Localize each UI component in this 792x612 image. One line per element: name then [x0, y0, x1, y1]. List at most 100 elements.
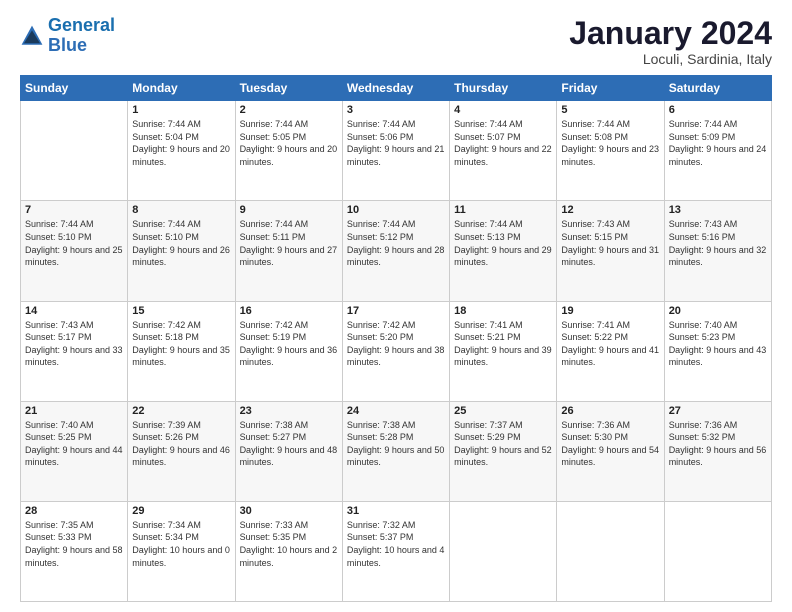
- day-cell: 4 Sunrise: 7:44 AMSunset: 5:07 PMDayligh…: [450, 101, 557, 201]
- day-cell: 11 Sunrise: 7:44 AMSunset: 5:13 PMDaylig…: [450, 201, 557, 301]
- week-row-3: 14 Sunrise: 7:43 AMSunset: 5:17 PMDaylig…: [21, 301, 772, 401]
- day-number: 6: [669, 104, 767, 116]
- day-number: 31: [347, 505, 445, 517]
- day-number: 14: [25, 305, 123, 317]
- day-number: 7: [25, 204, 123, 216]
- day-detail: Sunrise: 7:44 AMSunset: 5:13 PMDaylight:…: [454, 219, 552, 267]
- day-number: 3: [347, 104, 445, 116]
- title-block: January 2024 Loculi, Sardinia, Italy: [569, 16, 772, 67]
- day-detail: Sunrise: 7:43 AMSunset: 5:16 PMDaylight:…: [669, 219, 767, 267]
- day-cell: 12 Sunrise: 7:43 AMSunset: 5:15 PMDaylig…: [557, 201, 664, 301]
- day-cell: 6 Sunrise: 7:44 AMSunset: 5:09 PMDayligh…: [664, 101, 771, 201]
- page: General Blue January 2024 Loculi, Sardin…: [0, 0, 792, 612]
- day-cell: 17 Sunrise: 7:42 AMSunset: 5:20 PMDaylig…: [342, 301, 449, 401]
- day-detail: Sunrise: 7:44 AMSunset: 5:04 PMDaylight:…: [132, 119, 230, 167]
- header-row: SundayMondayTuesdayWednesdayThursdayFrid…: [21, 76, 772, 101]
- day-detail: Sunrise: 7:42 AMSunset: 5:20 PMDaylight:…: [347, 320, 445, 368]
- logo-line1: General: [48, 15, 115, 35]
- day-detail: Sunrise: 7:43 AMSunset: 5:15 PMDaylight:…: [561, 219, 659, 267]
- logo: General Blue: [20, 16, 115, 56]
- day-cell: 28 Sunrise: 7:35 AMSunset: 5:33 PMDaylig…: [21, 501, 128, 601]
- day-number: 2: [240, 104, 338, 116]
- day-number: 12: [561, 204, 659, 216]
- day-cell: 8 Sunrise: 7:44 AMSunset: 5:10 PMDayligh…: [128, 201, 235, 301]
- day-number: 5: [561, 104, 659, 116]
- day-number: 24: [347, 405, 445, 417]
- day-number: 10: [347, 204, 445, 216]
- day-number: 18: [454, 305, 552, 317]
- day-cell: 21 Sunrise: 7:40 AMSunset: 5:25 PMDaylig…: [21, 401, 128, 501]
- day-number: 9: [240, 204, 338, 216]
- day-number: 17: [347, 305, 445, 317]
- day-number: 4: [454, 104, 552, 116]
- day-detail: Sunrise: 7:43 AMSunset: 5:17 PMDaylight:…: [25, 320, 123, 368]
- day-number: 19: [561, 305, 659, 317]
- calendar-subtitle: Loculi, Sardinia, Italy: [569, 51, 772, 67]
- day-cell: 20 Sunrise: 7:40 AMSunset: 5:23 PMDaylig…: [664, 301, 771, 401]
- day-cell: 26 Sunrise: 7:36 AMSunset: 5:30 PMDaylig…: [557, 401, 664, 501]
- logo-icon: [20, 24, 44, 48]
- day-detail: Sunrise: 7:38 AMSunset: 5:27 PMDaylight:…: [240, 420, 338, 468]
- day-detail: Sunrise: 7:44 AMSunset: 5:11 PMDaylight:…: [240, 219, 338, 267]
- day-number: 16: [240, 305, 338, 317]
- day-detail: Sunrise: 7:44 AMSunset: 5:10 PMDaylight:…: [25, 219, 123, 267]
- day-number: 26: [561, 405, 659, 417]
- week-row-2: 7 Sunrise: 7:44 AMSunset: 5:10 PMDayligh…: [21, 201, 772, 301]
- day-number: 29: [132, 505, 230, 517]
- day-detail: Sunrise: 7:44 AMSunset: 5:07 PMDaylight:…: [454, 119, 552, 167]
- logo-line2: Blue: [48, 35, 87, 55]
- day-cell: 15 Sunrise: 7:42 AMSunset: 5:18 PMDaylig…: [128, 301, 235, 401]
- day-detail: Sunrise: 7:38 AMSunset: 5:28 PMDaylight:…: [347, 420, 445, 468]
- day-cell: [557, 501, 664, 601]
- calendar-title: January 2024: [569, 16, 772, 51]
- day-cell: 7 Sunrise: 7:44 AMSunset: 5:10 PMDayligh…: [21, 201, 128, 301]
- day-number: 11: [454, 204, 552, 216]
- day-cell: 3 Sunrise: 7:44 AMSunset: 5:06 PMDayligh…: [342, 101, 449, 201]
- col-header-monday: Monday: [128, 76, 235, 101]
- day-number: 25: [454, 405, 552, 417]
- day-detail: Sunrise: 7:34 AMSunset: 5:34 PMDaylight:…: [132, 520, 230, 568]
- day-number: 20: [669, 305, 767, 317]
- day-detail: Sunrise: 7:44 AMSunset: 5:05 PMDaylight:…: [240, 119, 338, 167]
- day-cell: 30 Sunrise: 7:33 AMSunset: 5:35 PMDaylig…: [235, 501, 342, 601]
- day-cell: 19 Sunrise: 7:41 AMSunset: 5:22 PMDaylig…: [557, 301, 664, 401]
- day-cell: 16 Sunrise: 7:42 AMSunset: 5:19 PMDaylig…: [235, 301, 342, 401]
- col-header-tuesday: Tuesday: [235, 76, 342, 101]
- day-detail: Sunrise: 7:32 AMSunset: 5:37 PMDaylight:…: [347, 520, 445, 568]
- logo-text: General Blue: [48, 16, 115, 56]
- calendar-table: SundayMondayTuesdayWednesdayThursdayFrid…: [20, 75, 772, 602]
- col-header-thursday: Thursday: [450, 76, 557, 101]
- day-detail: Sunrise: 7:37 AMSunset: 5:29 PMDaylight:…: [454, 420, 552, 468]
- col-header-wednesday: Wednesday: [342, 76, 449, 101]
- day-detail: Sunrise: 7:42 AMSunset: 5:18 PMDaylight:…: [132, 320, 230, 368]
- day-detail: Sunrise: 7:44 AMSunset: 5:10 PMDaylight:…: [132, 219, 230, 267]
- day-number: 21: [25, 405, 123, 417]
- day-detail: Sunrise: 7:39 AMSunset: 5:26 PMDaylight:…: [132, 420, 230, 468]
- day-detail: Sunrise: 7:41 AMSunset: 5:22 PMDaylight:…: [561, 320, 659, 368]
- day-cell: 23 Sunrise: 7:38 AMSunset: 5:27 PMDaylig…: [235, 401, 342, 501]
- day-detail: Sunrise: 7:42 AMSunset: 5:19 PMDaylight:…: [240, 320, 338, 368]
- day-cell: 2 Sunrise: 7:44 AMSunset: 5:05 PMDayligh…: [235, 101, 342, 201]
- day-cell: [664, 501, 771, 601]
- day-detail: Sunrise: 7:35 AMSunset: 5:33 PMDaylight:…: [25, 520, 123, 568]
- day-cell: [450, 501, 557, 601]
- day-number: 15: [132, 305, 230, 317]
- col-header-sunday: Sunday: [21, 76, 128, 101]
- day-cell: 25 Sunrise: 7:37 AMSunset: 5:29 PMDaylig…: [450, 401, 557, 501]
- day-number: 1: [132, 104, 230, 116]
- day-number: 27: [669, 405, 767, 417]
- day-detail: Sunrise: 7:44 AMSunset: 5:09 PMDaylight:…: [669, 119, 767, 167]
- day-detail: Sunrise: 7:40 AMSunset: 5:23 PMDaylight:…: [669, 320, 767, 368]
- day-cell: 27 Sunrise: 7:36 AMSunset: 5:32 PMDaylig…: [664, 401, 771, 501]
- day-number: 13: [669, 204, 767, 216]
- col-header-friday: Friday: [557, 76, 664, 101]
- day-number: 8: [132, 204, 230, 216]
- day-detail: Sunrise: 7:40 AMSunset: 5:25 PMDaylight:…: [25, 420, 123, 468]
- day-cell: 31 Sunrise: 7:32 AMSunset: 5:37 PMDaylig…: [342, 501, 449, 601]
- day-cell: 5 Sunrise: 7:44 AMSunset: 5:08 PMDayligh…: [557, 101, 664, 201]
- day-detail: Sunrise: 7:44 AMSunset: 5:12 PMDaylight:…: [347, 219, 445, 267]
- day-cell: 1 Sunrise: 7:44 AMSunset: 5:04 PMDayligh…: [128, 101, 235, 201]
- day-cell: 22 Sunrise: 7:39 AMSunset: 5:26 PMDaylig…: [128, 401, 235, 501]
- week-row-4: 21 Sunrise: 7:40 AMSunset: 5:25 PMDaylig…: [21, 401, 772, 501]
- col-header-saturday: Saturday: [664, 76, 771, 101]
